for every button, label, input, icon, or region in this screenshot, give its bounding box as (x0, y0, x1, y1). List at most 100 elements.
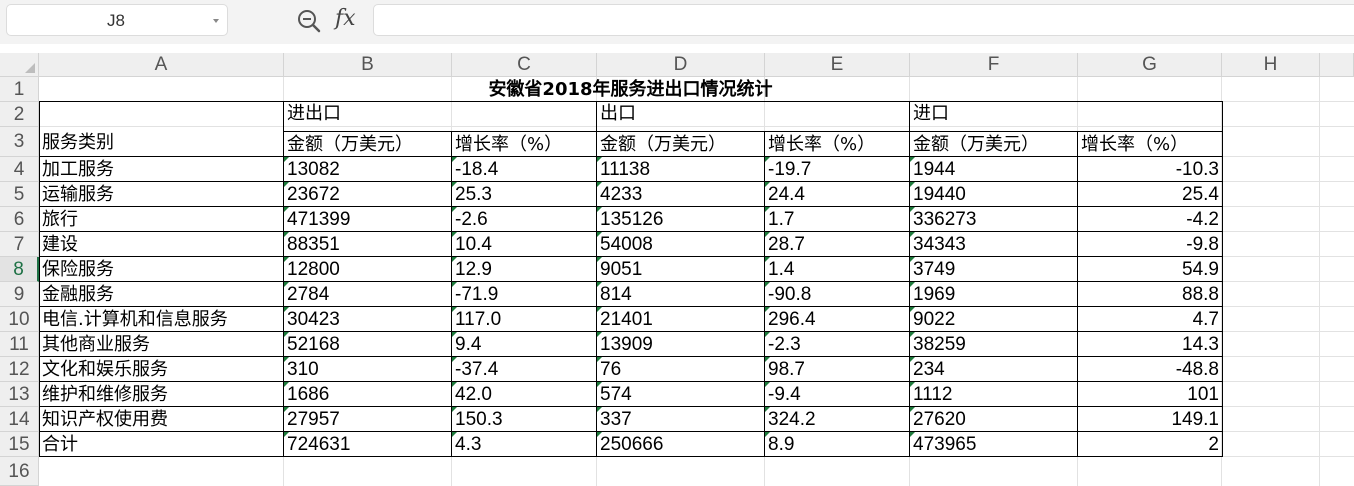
value-cell[interactable]: 1112 (910, 383, 1078, 408)
growth-header[interactable]: 增长率（%） (452, 133, 597, 157)
category-cell[interactable]: 运输服务 (39, 183, 284, 208)
value-cell[interactable]: 25.4 (1078, 183, 1222, 208)
value-cell[interactable]: 54008 (597, 233, 765, 258)
value-cell[interactable]: -10.3 (1078, 158, 1222, 183)
value-cell[interactable]: 1686 (284, 383, 452, 408)
value-cell[interactable]: 4.3 (452, 433, 597, 458)
value-cell[interactable]: 9.4 (452, 333, 597, 358)
value-cell[interactable]: 471399 (284, 208, 452, 233)
row-header-7[interactable]: 7 (0, 232, 39, 257)
category-cell[interactable]: 维护和维修服务 (39, 383, 284, 408)
value-cell[interactable]: 814 (597, 283, 765, 308)
value-cell[interactable]: 724631 (284, 433, 452, 458)
value-cell[interactable]: 2784 (284, 283, 452, 308)
value-cell[interactable]: -90.8 (765, 283, 910, 308)
amount-header[interactable]: 金额（万美元） (597, 133, 765, 157)
value-cell[interactable]: 28.7 (765, 233, 910, 258)
category-cell[interactable]: 文化和娱乐服务 (39, 358, 284, 383)
value-cell[interactable]: 24.4 (765, 183, 910, 208)
row-header-5[interactable]: 5 (0, 182, 39, 207)
value-cell[interactable]: 1944 (910, 158, 1078, 183)
value-cell[interactable]: 337 (597, 408, 765, 433)
row-header-11[interactable]: 11 (0, 332, 39, 357)
value-cell[interactable]: 574 (597, 383, 765, 408)
column-header-d[interactable]: D (597, 53, 765, 77)
group-header-total[interactable]: 进出口 (284, 102, 452, 127)
amount-header[interactable]: 金额（万美元） (910, 133, 1078, 157)
column-header-e[interactable]: E (765, 53, 910, 77)
value-cell[interactable]: 1969 (910, 283, 1078, 308)
value-cell[interactable]: 3749 (910, 258, 1078, 283)
value-cell[interactable]: -9.4 (765, 383, 910, 408)
value-cell[interactable]: 9051 (597, 258, 765, 283)
value-cell[interactable]: 13082 (284, 158, 452, 183)
amount-header[interactable]: 金额（万美元） (284, 133, 452, 157)
column-header-a[interactable]: A (39, 53, 284, 77)
row-header-14[interactable]: 14 (0, 407, 39, 432)
value-cell[interactable]: 25.3 (452, 183, 597, 208)
row-header-8[interactable]: 8 (0, 257, 39, 282)
value-cell[interactable]: -18.4 (452, 158, 597, 183)
category-cell[interactable]: 合计 (39, 433, 284, 458)
value-cell[interactable]: 38259 (910, 333, 1078, 358)
sheet-title[interactable]: 安徽省2018年服务进出口情况统计 (39, 77, 1222, 102)
category-cell[interactable]: 保险服务 (39, 258, 284, 283)
category-cell[interactable]: 其他商业服务 (39, 333, 284, 358)
value-cell[interactable]: 12.9 (452, 258, 597, 283)
value-cell[interactable]: -19.7 (765, 158, 910, 183)
growth-header[interactable]: 增长率（%） (765, 133, 910, 157)
value-cell[interactable]: 88351 (284, 233, 452, 258)
growth-header[interactable]: 增长率（%） (1078, 133, 1222, 157)
value-cell[interactable]: 11138 (597, 158, 765, 183)
value-cell[interactable]: 27620 (910, 408, 1078, 433)
category-cell[interactable]: 电信.计算机和信息服务 (39, 308, 284, 333)
chevron-down-icon[interactable] (213, 19, 219, 23)
value-cell[interactable]: 88.8 (1078, 283, 1222, 308)
value-cell[interactable]: 21401 (597, 308, 765, 333)
row-header-10[interactable]: 10 (0, 307, 39, 332)
fx-icon[interactable]: fx (335, 6, 356, 31)
value-cell[interactable]: 8.9 (765, 433, 910, 458)
value-cell[interactable]: 12800 (284, 258, 452, 283)
category-cell[interactable]: 知识产权使用费 (39, 408, 284, 433)
category-cell[interactable]: 建设 (39, 233, 284, 258)
value-cell[interactable]: -4.2 (1078, 208, 1222, 233)
row-header-16[interactable]: 16 (0, 457, 39, 486)
value-cell[interactable]: 101 (1078, 383, 1222, 408)
value-cell[interactable]: 250666 (597, 433, 765, 458)
value-cell[interactable]: 13909 (597, 333, 765, 358)
value-cell[interactable]: 76 (597, 358, 765, 383)
value-cell[interactable]: 310 (284, 358, 452, 383)
row-header-6[interactable]: 6 (0, 207, 39, 232)
value-cell[interactable]: 324.2 (765, 408, 910, 433)
value-cell[interactable]: 42.0 (452, 383, 597, 408)
value-cell[interactable]: 473965 (910, 433, 1078, 458)
value-cell[interactable]: 23672 (284, 183, 452, 208)
value-cell[interactable]: 296.4 (765, 308, 910, 333)
row-header-9[interactable]: 9 (0, 282, 39, 307)
value-cell[interactable]: 52168 (284, 333, 452, 358)
row-header-13[interactable]: 13 (0, 382, 39, 407)
row-header-15[interactable]: 15 (0, 432, 39, 457)
row-header-4[interactable]: 4 (0, 157, 39, 182)
value-cell[interactable]: 336273 (910, 208, 1078, 233)
value-cell[interactable]: 4233 (597, 183, 765, 208)
value-cell[interactable]: -9.8 (1078, 233, 1222, 258)
value-cell[interactable]: -37.4 (452, 358, 597, 383)
row-header-3[interactable]: 3 (0, 127, 39, 157)
category-cell[interactable]: 金融服务 (39, 283, 284, 308)
row-header-1[interactable]: 1 (0, 77, 39, 102)
group-header-export[interactable]: 出口 (597, 102, 765, 127)
value-cell[interactable]: 135126 (597, 208, 765, 233)
value-cell[interactable]: 34343 (910, 233, 1078, 258)
value-cell[interactable]: 30423 (284, 308, 452, 333)
group-header-import[interactable]: 进口 (910, 102, 1078, 127)
value-cell[interactable]: -2.6 (452, 208, 597, 233)
row-header-2[interactable]: 2 (0, 102, 39, 127)
name-box[interactable]: J8 (6, 4, 228, 36)
column-header-c[interactable]: C (452, 53, 597, 77)
value-cell[interactable]: 14.3 (1078, 333, 1222, 358)
value-cell[interactable]: 27957 (284, 408, 452, 433)
category-cell[interactable]: 加工服务 (39, 158, 284, 183)
value-cell[interactable]: 234 (910, 358, 1078, 383)
